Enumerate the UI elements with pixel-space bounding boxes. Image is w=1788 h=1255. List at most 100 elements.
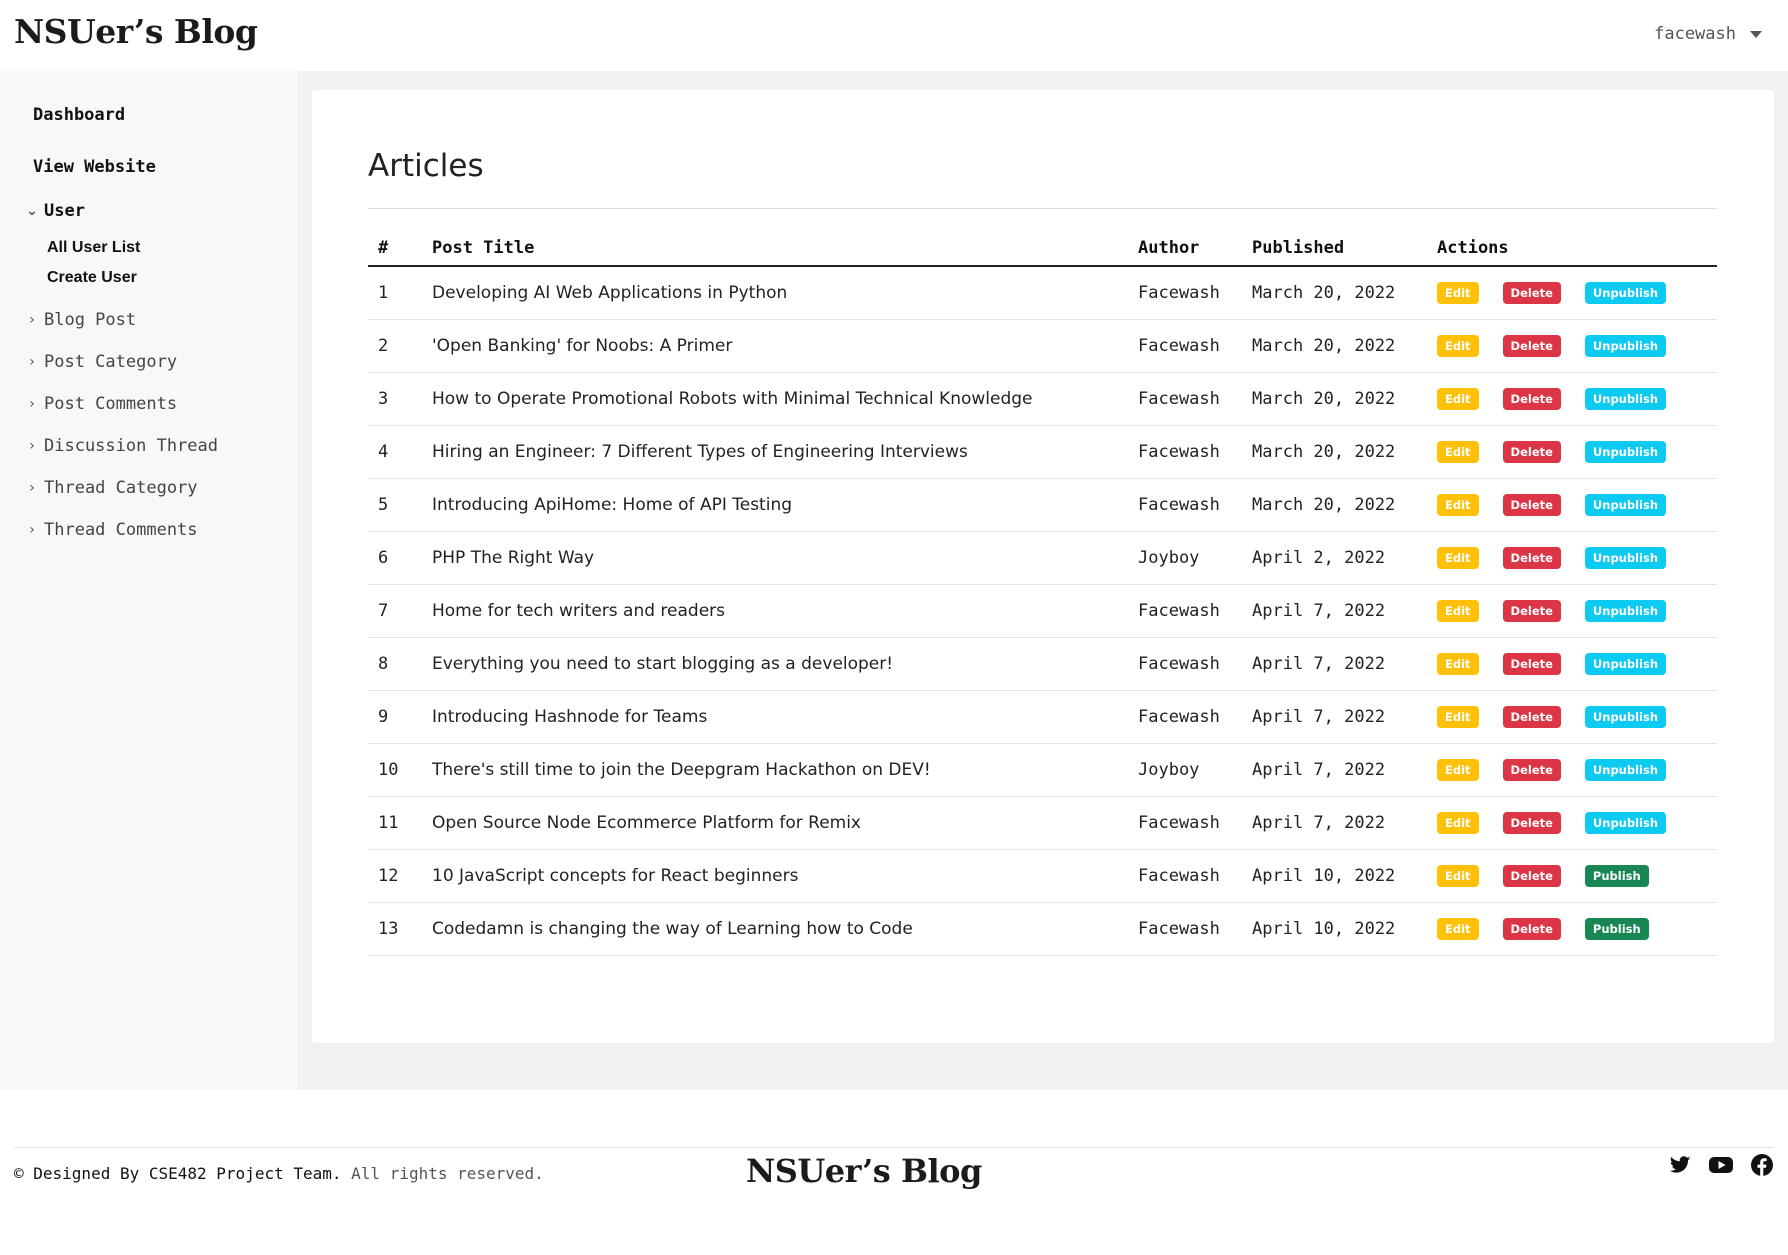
delete-button[interactable]: Delete [1502, 600, 1561, 622]
unpublish-button[interactable]: Unpublish [1584, 282, 1667, 304]
table-row: 12 10 JavaScript concepts for React begin… [368, 849, 1717, 903]
post-author: Facewash [1128, 584, 1242, 638]
site-brand[interactable]: NSUer’s Blog [14, 12, 258, 51]
social-links [1668, 1153, 1774, 1177]
edit-button[interactable]: Edit [1437, 865, 1479, 887]
unpublish-button[interactable]: Unpublish [1584, 653, 1667, 675]
post-title: There's still time to join the Deepgram … [422, 743, 1128, 797]
row-number: 4 [368, 425, 422, 479]
row-actions: Edit Delete Unpublish [1427, 743, 1717, 797]
row-number: 3 [368, 372, 422, 426]
post-author: Facewash [1128, 690, 1242, 744]
post-published-date: April 7, 2022 [1242, 584, 1427, 638]
row-actions: Edit Delete Unpublish [1427, 796, 1717, 850]
post-author: Facewash [1128, 319, 1242, 373]
post-title: Codedamn is changing the way of Learning… [422, 902, 1128, 956]
delete-button[interactable]: Delete [1502, 388, 1561, 410]
table-row: 8 Everything you need to start blogging a… [368, 637, 1717, 691]
sidebar-group-discussion-thread[interactable]: › Discussion Thread [26, 436, 218, 456]
delete-button[interactable]: Delete [1502, 441, 1561, 463]
youtube-icon[interactable] [1708, 1154, 1734, 1176]
delete-button[interactable]: Delete [1502, 653, 1561, 675]
chevron-right-icon: › [29, 354, 35, 370]
copyright-prefix: © Designed By CSE482 Project Team. [14, 1164, 342, 1183]
edit-button[interactable]: Edit [1437, 812, 1479, 834]
sidebar-group-label: Post Comments [44, 394, 178, 414]
table-row: 5 Introducing ApiHome: Home of API Testin… [368, 478, 1717, 532]
table-row: 6 PHP The Right Way Joyboy April 2, 2022 Edi… [368, 531, 1717, 585]
post-author: Facewash [1128, 637, 1242, 691]
sidebar-group-post-comments[interactable]: › Post Comments [26, 394, 177, 414]
row-number: 9 [368, 690, 422, 744]
edit-button[interactable]: Edit [1437, 759, 1479, 781]
unpublish-button[interactable]: Unpublish [1584, 441, 1667, 463]
post-title: PHP The Right Way [422, 531, 1128, 585]
twitter-icon[interactable] [1668, 1154, 1692, 1176]
edit-button[interactable]: Edit [1437, 706, 1479, 728]
sidebar-group-blog-post[interactable]: › Blog Post [26, 310, 136, 330]
unpublish-button[interactable]: Unpublish [1584, 706, 1667, 728]
chevron-right-icon: › [29, 480, 35, 496]
edit-button[interactable]: Edit [1437, 282, 1479, 304]
post-author: Facewash [1128, 425, 1242, 479]
edit-button[interactable]: Edit [1437, 918, 1479, 940]
sidebar-item-dashboard[interactable]: Dashboard [33, 105, 125, 125]
facebook-icon[interactable] [1750, 1153, 1774, 1177]
delete-button[interactable]: Delete [1502, 335, 1561, 357]
edit-button[interactable]: Edit [1437, 494, 1479, 516]
sidebar-item-all-user-list[interactable]: All User List [47, 239, 140, 257]
row-actions: Edit Delete Unpublish [1427, 319, 1717, 373]
delete-button[interactable]: Delete [1502, 547, 1561, 569]
delete-button[interactable]: Delete [1502, 706, 1561, 728]
publish-button[interactable]: Publish [1584, 918, 1649, 940]
row-number: 2 [368, 319, 422, 373]
delete-button[interactable]: Delete [1502, 759, 1561, 781]
delete-button[interactable]: Delete [1502, 918, 1561, 940]
sidebar-group-user[interactable]: ⌄ User [26, 201, 85, 221]
unpublish-button[interactable]: Unpublish [1584, 388, 1667, 410]
edit-button[interactable]: Edit [1437, 441, 1479, 463]
user-dropdown[interactable]: facewash [1654, 24, 1762, 44]
post-published-date: March 20, 2022 [1242, 372, 1427, 426]
unpublish-button[interactable]: Unpublish [1584, 812, 1667, 834]
delete-button[interactable]: Delete [1502, 865, 1561, 887]
footer-brand[interactable]: NSUer’s Blog [746, 1152, 982, 1190]
post-author: Facewash [1128, 266, 1242, 320]
edit-button[interactable]: Edit [1437, 335, 1479, 357]
edit-button[interactable]: Edit [1437, 547, 1479, 569]
post-author: Facewash [1128, 372, 1242, 426]
sidebar-group-post-category[interactable]: › Post Category [26, 352, 177, 372]
row-number: 12 [368, 849, 422, 903]
post-title: Home for tech writers and readers [422, 584, 1128, 638]
delete-button[interactable]: Delete [1502, 282, 1561, 304]
sidebar-item-create-user[interactable]: Create User [47, 269, 137, 287]
post-published-date: April 2, 2022 [1242, 531, 1427, 585]
sidebar-group-thread-category[interactable]: › Thread Category [26, 478, 197, 498]
sidebar-group-thread-comments[interactable]: › Thread Comments [26, 520, 197, 540]
table-row: 1 Developing AI Web Applications in Pytho… [368, 266, 1717, 320]
username: facewash [1654, 24, 1736, 44]
post-published-date: March 20, 2022 [1242, 425, 1427, 479]
delete-button[interactable]: Delete [1502, 494, 1561, 516]
unpublish-button[interactable]: Unpublish [1584, 335, 1667, 357]
delete-button[interactable]: Delete [1502, 812, 1561, 834]
edit-button[interactable]: Edit [1437, 600, 1479, 622]
edit-button[interactable]: Edit [1437, 388, 1479, 410]
row-number: 1 [368, 266, 422, 320]
unpublish-button[interactable]: Unpublish [1584, 600, 1667, 622]
publish-button[interactable]: Publish [1584, 865, 1649, 887]
row-actions: Edit Delete Unpublish [1427, 637, 1717, 691]
sidebar-item-view-website[interactable]: View Website [33, 157, 156, 177]
table-row: 9 Introducing Hashnode for Teams Facewash A… [368, 690, 1717, 744]
unpublish-button[interactable]: Unpublish [1584, 547, 1667, 569]
unpublish-button[interactable]: Unpublish [1584, 759, 1667, 781]
row-number: 5 [368, 478, 422, 532]
unpublish-button[interactable]: Unpublish [1584, 494, 1667, 516]
row-actions: Edit Delete Unpublish [1427, 531, 1717, 585]
post-title: Open Source Node Ecommerce Platform for … [422, 796, 1128, 850]
edit-button[interactable]: Edit [1437, 653, 1479, 675]
copyright-suffix: All rights reserved. [351, 1164, 544, 1183]
post-author: Joyboy [1128, 531, 1242, 585]
chevron-right-icon: › [29, 522, 35, 538]
copyright-text: © Designed By CSE482 Project Team. All r… [14, 1164, 544, 1183]
